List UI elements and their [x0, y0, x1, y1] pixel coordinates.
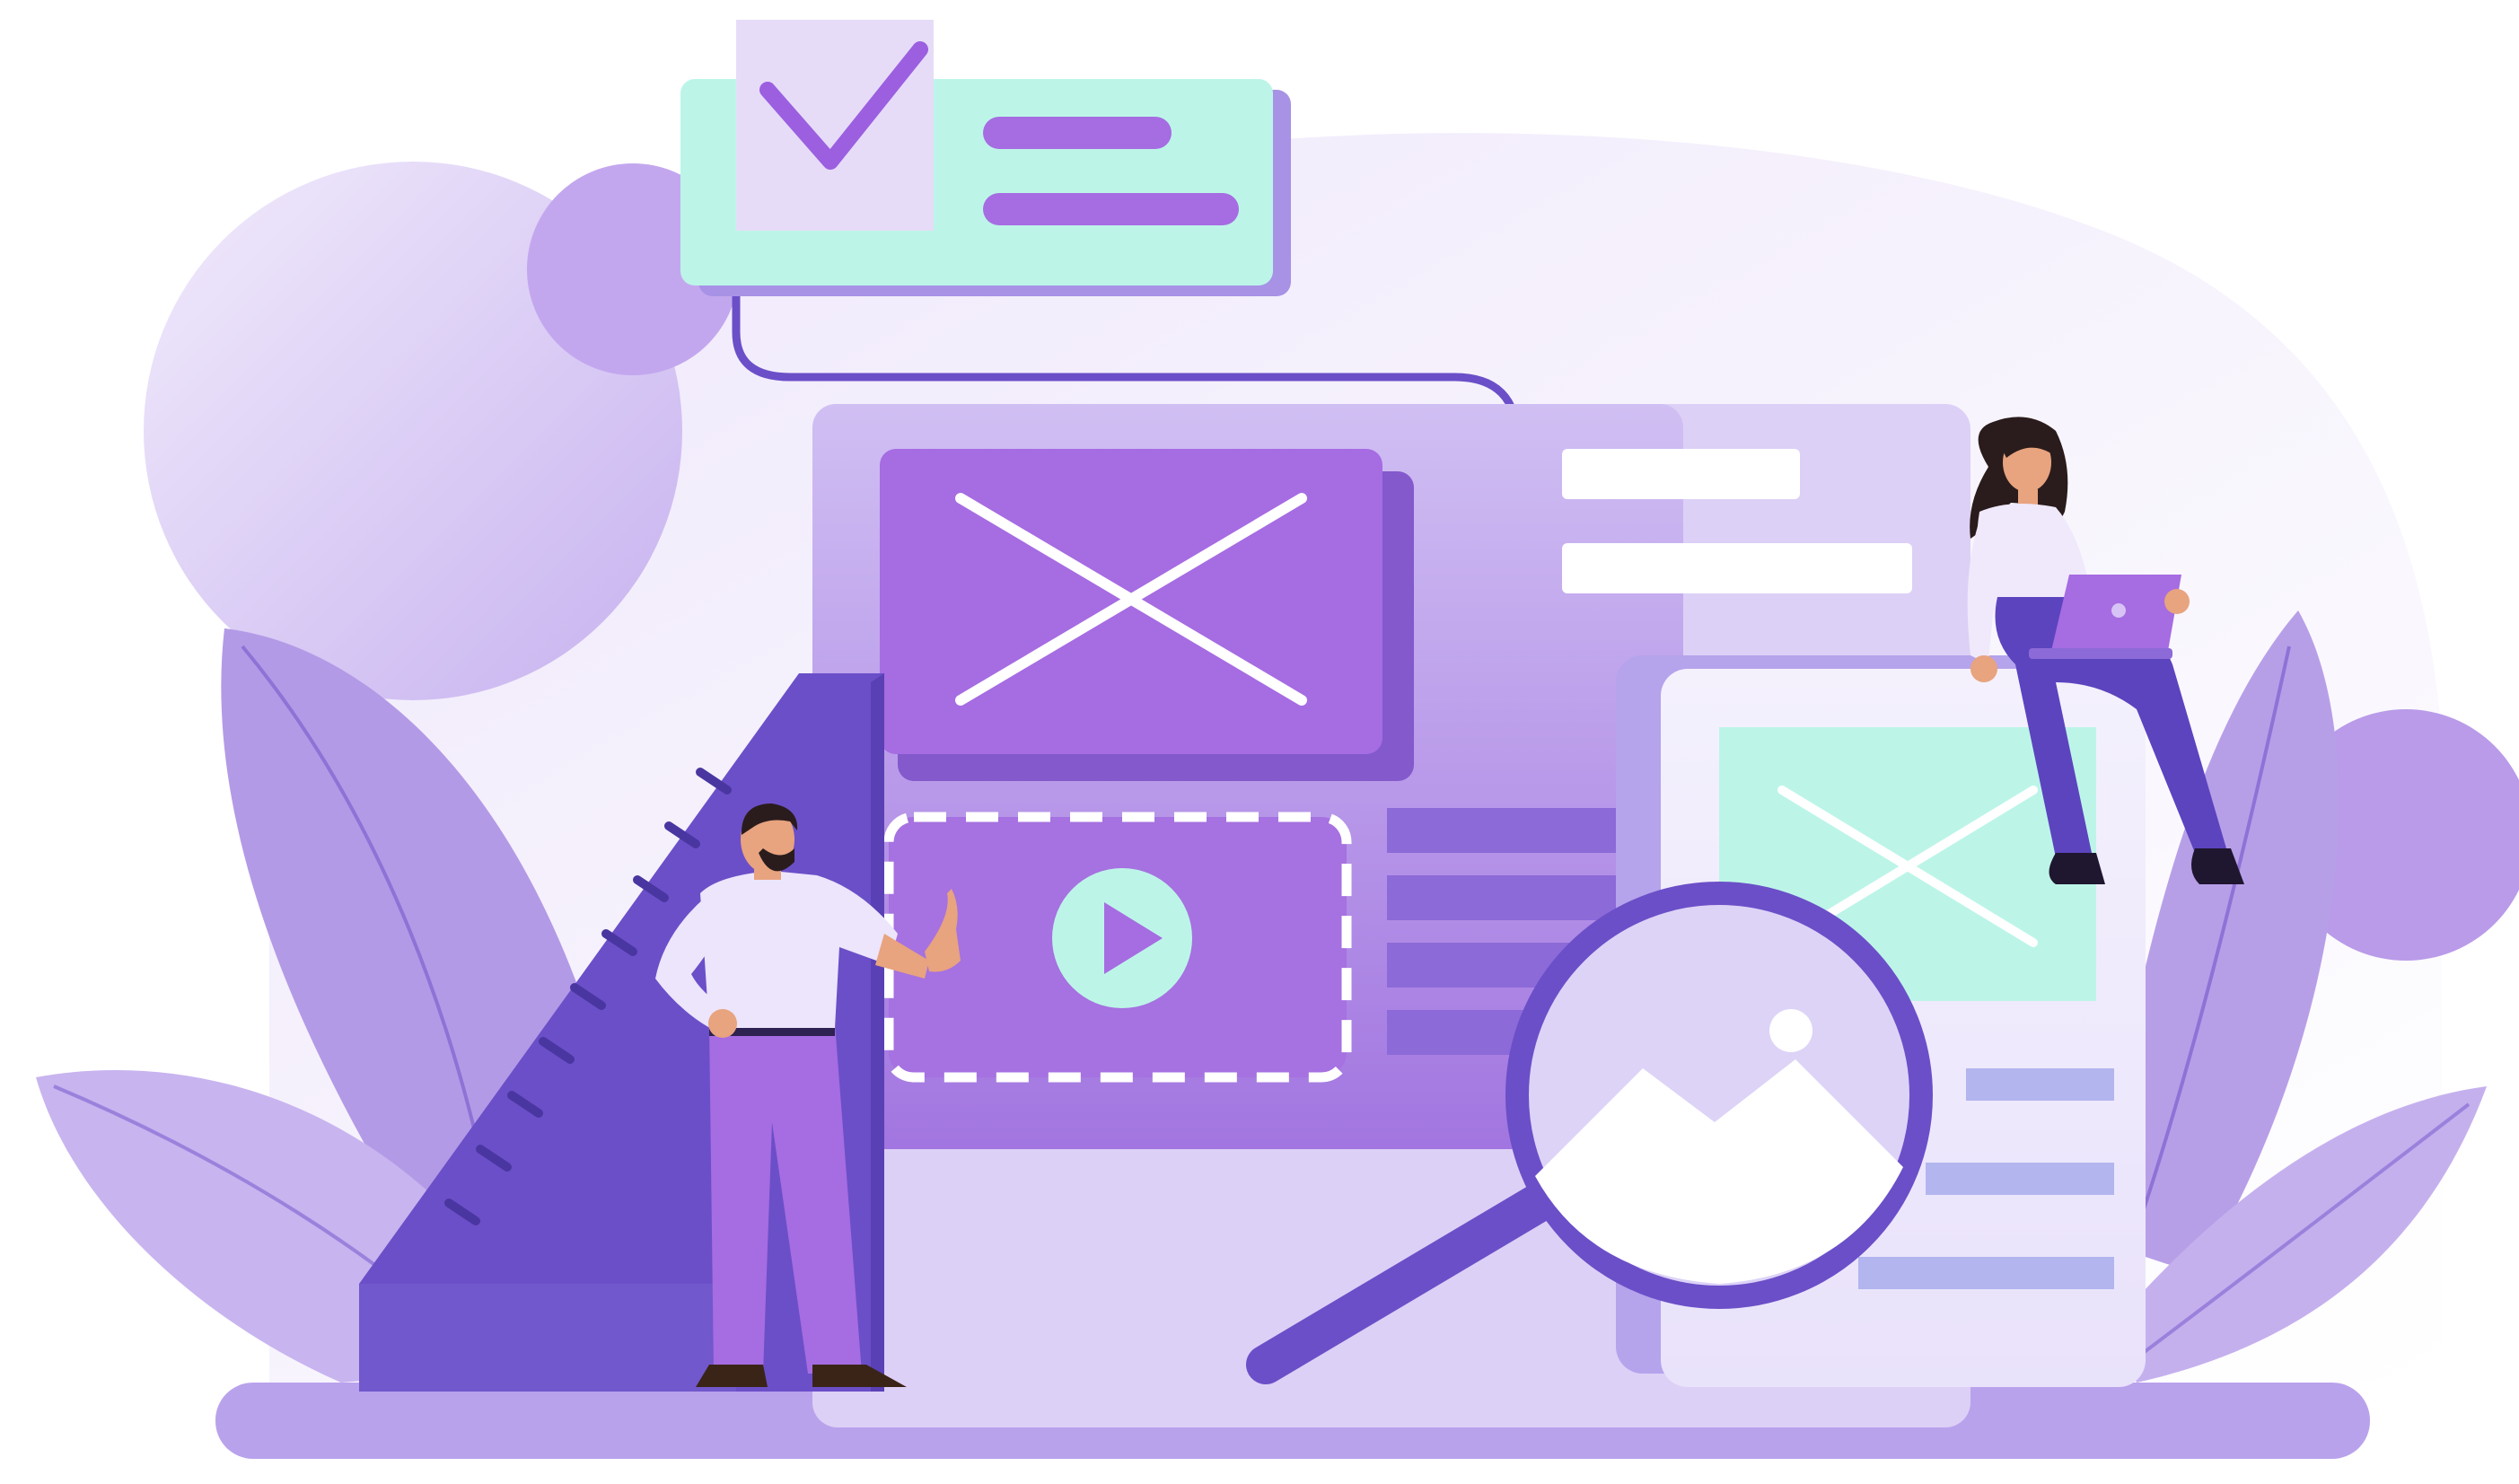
- right-card-line-3: [1858, 1257, 2114, 1289]
- panel-text-line-2: [1562, 543, 1912, 593]
- illustration-canvas: [0, 0, 2519, 1484]
- image-placeholder-large: [880, 449, 1414, 781]
- right-card-line-2: [1926, 1163, 2114, 1195]
- panel-text-line-1: [1562, 449, 1800, 499]
- panel-bar-1: [1387, 808, 1634, 853]
- checklist-line-1: [983, 117, 1172, 149]
- checklist-card: [680, 20, 1291, 296]
- checklist-line-2: [983, 193, 1239, 225]
- illustration: [36, 20, 2519, 1459]
- right-card-line-1: [1966, 1068, 2114, 1101]
- panel-bar-2: [1387, 875, 1634, 920]
